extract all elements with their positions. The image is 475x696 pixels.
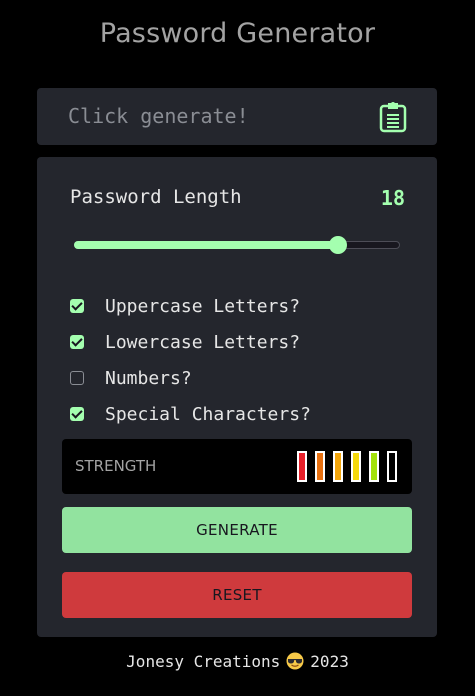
option-checkbox[interactable] xyxy=(70,371,84,385)
strength-bar xyxy=(315,451,325,482)
option-row[interactable]: Lowercase Letters? xyxy=(70,324,410,360)
length-label: Password Length xyxy=(70,186,242,208)
option-row[interactable]: Special Characters? xyxy=(70,396,410,432)
strength-meter: STRENGTH xyxy=(62,439,412,494)
slider-thumb[interactable] xyxy=(329,236,348,254)
strength-bar xyxy=(369,451,379,482)
option-row[interactable]: Numbers? xyxy=(70,360,410,396)
page-title: Password Generator xyxy=(99,18,376,49)
footer-year: 2023 xyxy=(310,652,349,671)
clipboard-icon[interactable] xyxy=(379,101,407,133)
option-label: Lowercase Letters? xyxy=(105,331,301,353)
password-output-box: Click generate! xyxy=(37,88,437,145)
option-label: Uppercase Letters? xyxy=(105,295,301,317)
strength-bar xyxy=(333,451,343,482)
strength-bar xyxy=(351,451,361,482)
option-checkbox[interactable] xyxy=(70,407,84,421)
reset-button[interactable]: RESET xyxy=(62,572,412,618)
settings-panel: Password Length 18 Uppercase Letters? Low… xyxy=(37,157,437,637)
option-row[interactable]: Uppercase Letters? xyxy=(70,288,410,324)
strength-bar xyxy=(297,451,307,482)
password-output-text: Click generate! xyxy=(68,104,249,128)
strength-bars xyxy=(297,451,397,482)
option-label: Special Characters? xyxy=(105,403,311,425)
options-list: Uppercase Letters? Lowercase Letters? Numb… xyxy=(70,288,410,432)
footer: Jonesy Creations 2023 xyxy=(0,652,475,671)
option-checkbox[interactable] xyxy=(70,335,84,349)
slider-fill xyxy=(74,241,339,249)
length-value: 18 xyxy=(380,186,405,210)
strength-label: STRENGTH xyxy=(75,457,157,475)
sunglasses-emoji-icon xyxy=(286,652,304,670)
footer-credit: Jonesy Creations xyxy=(126,652,281,671)
option-checkbox[interactable] xyxy=(70,299,84,313)
option-label: Numbers? xyxy=(105,367,192,389)
length-slider[interactable] xyxy=(74,236,400,254)
strength-bar xyxy=(387,451,397,482)
length-row: Password Length 18 xyxy=(70,186,405,210)
generate-button[interactable]: GENERATE xyxy=(62,507,412,553)
